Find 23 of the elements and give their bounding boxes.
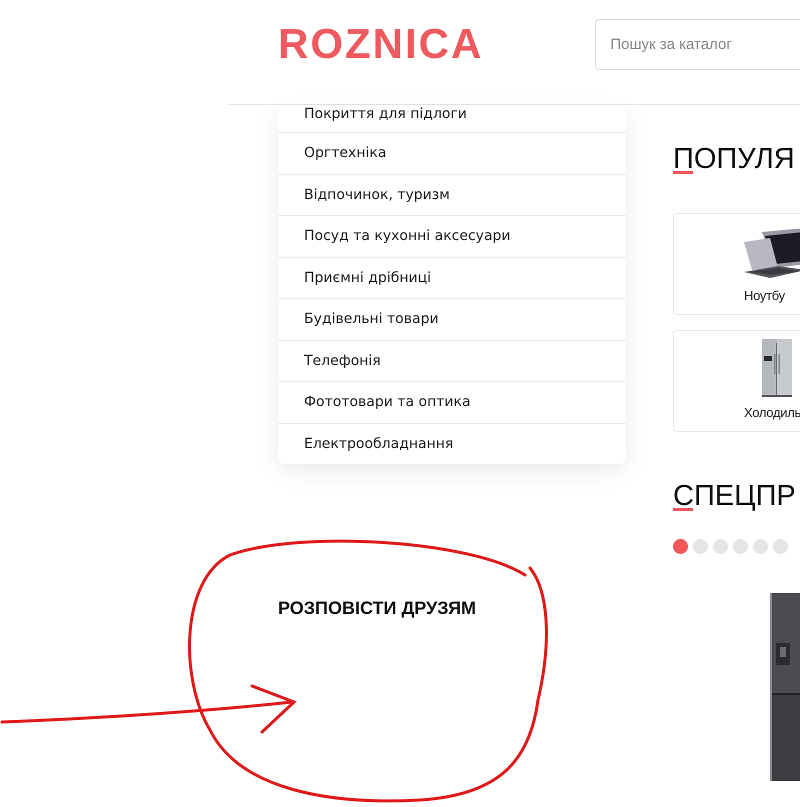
card-label: Холодиль	[744, 405, 800, 420]
category-link[interactable]: Фототовари та оптика	[304, 393, 471, 412]
card-label: Ноутбу	[744, 288, 785, 303]
category-link[interactable]: Приємні дрібниці	[304, 268, 432, 287]
section-heading: СПЕЦПР	[673, 480, 796, 512]
category-link[interactable]: Відпочинок, туризм	[304, 186, 450, 204]
category-card[interactable]: Ноутбу	[673, 213, 800, 315]
category-card[interactable]: Холодиль	[673, 330, 800, 432]
carousel-dot[interactable]	[733, 539, 748, 554]
carousel-dot[interactable]	[693, 539, 708, 554]
category-link[interactable]: Будівельні товари	[304, 310, 439, 328]
search-field[interactable]: Пошук за каталог	[595, 18, 800, 70]
category-link[interactable]: Посуд та кухонні аксесуари	[304, 227, 511, 246]
category-link[interactable]: Телефонія	[304, 352, 381, 370]
category-link[interactable]: Оргтехніка	[304, 144, 386, 162]
carousel-dot[interactable]	[673, 539, 688, 554]
share-heading: РОЗПОВІСТИ ДРУЗЯМ	[278, 598, 476, 619]
section-heading: ПОПУЛЯ	[673, 143, 795, 175]
category-link[interactable]: Електрообладнання	[304, 434, 454, 453]
category-link[interactable]: Покриття для підлоги	[304, 105, 467, 123]
carousel-dot[interactable]	[753, 539, 768, 554]
carousel-dot[interactable]	[773, 539, 788, 554]
carousel-dot[interactable]	[713, 539, 728, 554]
